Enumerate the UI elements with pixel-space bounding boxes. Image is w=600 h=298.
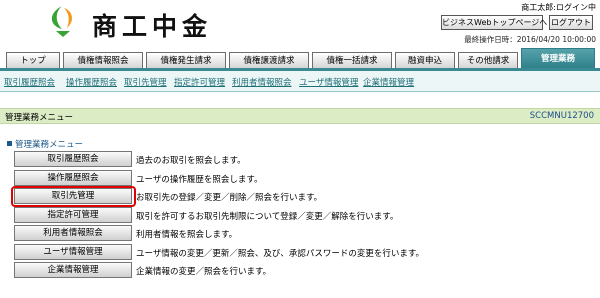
menu-description: 過去のお取引を照会します。: [136, 156, 246, 166]
logo-mark-icon: [51, 6, 73, 37]
subnav-user-info-inquiry[interactable]: 利用者情報照会: [232, 76, 292, 88]
page-title: 管理業務メニュー: [5, 113, 74, 123]
menu-row: 取引先管理 お取引先の登録／変更／削除／照会を行います。: [10, 186, 590, 207]
tab-claim-inquiry[interactable]: 債権情報照会: [63, 52, 143, 69]
menu-description: 利用者情報を照会します。: [136, 230, 238, 240]
section-title: 管理業務メニュー: [15, 140, 84, 150]
designated-permission-button[interactable]: 指定許可管理: [14, 206, 132, 223]
tab-top[interactable]: トップ: [6, 52, 60, 69]
tab-claim-transfer[interactable]: 債権譲渡請求: [229, 52, 309, 69]
page-title-bar: 管理業務メニュー SCCMNU12700: [0, 108, 600, 124]
subnav-partner-management[interactable]: 取引先管理: [124, 76, 167, 88]
company-info-management-button[interactable]: 企業情報管理: [14, 262, 132, 278]
company-logo: 商工中金: [40, 4, 270, 41]
subnav-transaction-history[interactable]: 取引履歴照会: [4, 76, 55, 88]
tab-loan-application[interactable]: 融資申込: [395, 52, 455, 69]
menu-description: 取引を許可するお取引先制限について登録／変更／解除を行います。: [136, 211, 399, 222]
menu-description: 企業情報の変更／照会を行います。: [136, 267, 272, 277]
sub-navigation: 取引履歴照会 操作履歴照会 取引先管理 指定許可管理 利用者情報照会 ユーザ情報…: [0, 71, 600, 92]
bullet-square-icon: [7, 141, 12, 146]
transaction-history-button[interactable]: 取引履歴照会: [14, 151, 132, 167]
menu-row: 操作履歴照会 ユーザの操作履歴を照会します。: [10, 169, 590, 188]
header: 商工中金 商工太郎:ログイン中 ビジネスWebトップページへ ログアウト 最終操…: [0, 0, 600, 44]
tab-claim-bulk[interactable]: 債権一括請求: [312, 52, 392, 69]
user-name: 商工太郎:ログイン中: [521, 3, 596, 12]
tab-claim-issue[interactable]: 債権発生請求: [146, 52, 226, 69]
subnav-operation-history[interactable]: 操作履歴照会: [66, 76, 117, 88]
menu-row: 利用者情報照会 利用者情報を照会します。: [10, 224, 590, 243]
main-tabs: トップ 債権情報照会 債権発生請求 債権譲渡請求 債権一括請求 融資申込 その他…: [0, 44, 600, 71]
operation-history-button[interactable]: 操作履歴照会: [14, 169, 132, 186]
menu-row: 指定許可管理 取引を許可するお取引先制限について登録／変更／解除を行います。: [10, 206, 590, 225]
menu-description: ユーザ情報の変更／更新／照会、及び、承認パスワードの変更を行います。: [136, 248, 424, 259]
user-info-management-button[interactable]: ユーザ情報管理: [14, 243, 132, 260]
tab-other-requests[interactable]: その他請求: [458, 52, 518, 69]
subnav-designated-permission[interactable]: 指定許可管理: [174, 76, 225, 88]
logo-text: 商工中金: [92, 12, 213, 41]
logout-button[interactable]: ログアウト: [549, 15, 593, 30]
management-menu: 取引履歴照会 過去のお取引を照会します。 操作履歴照会 ユーザの操作履歴を照会し…: [10, 150, 590, 280]
screen-id: SCCMNU12700: [529, 111, 594, 121]
menu-row: ユーザ情報管理 ユーザ情報の変更／更新／照会、及び、承認パスワードの変更を行いま…: [10, 243, 590, 262]
subnav-user-info-management[interactable]: ユーザ情報管理: [299, 76, 358, 88]
menu-row: 取引履歴照会 過去のお取引を照会します。: [10, 150, 590, 169]
menu-row: 企業情報管理 企業情報の変更／照会を行います。: [10, 261, 590, 280]
user-info-inquiry-button[interactable]: 利用者情報照会: [14, 225, 132, 241]
section-heading: 管理業務メニュー: [7, 138, 83, 150]
tab-management[interactable]: 管理業務: [521, 48, 595, 69]
menu-description: ユーザの操作履歴を照会します。: [136, 174, 263, 185]
biz-web-top-button[interactable]: ビジネスWebトップページへ: [441, 15, 547, 30]
partner-management-button[interactable]: 取引先管理: [14, 188, 132, 204]
subnav-company-info-management[interactable]: 企業情報管理: [363, 76, 414, 88]
menu-description: お取引先の登録／変更／削除／照会を行います。: [136, 193, 323, 203]
